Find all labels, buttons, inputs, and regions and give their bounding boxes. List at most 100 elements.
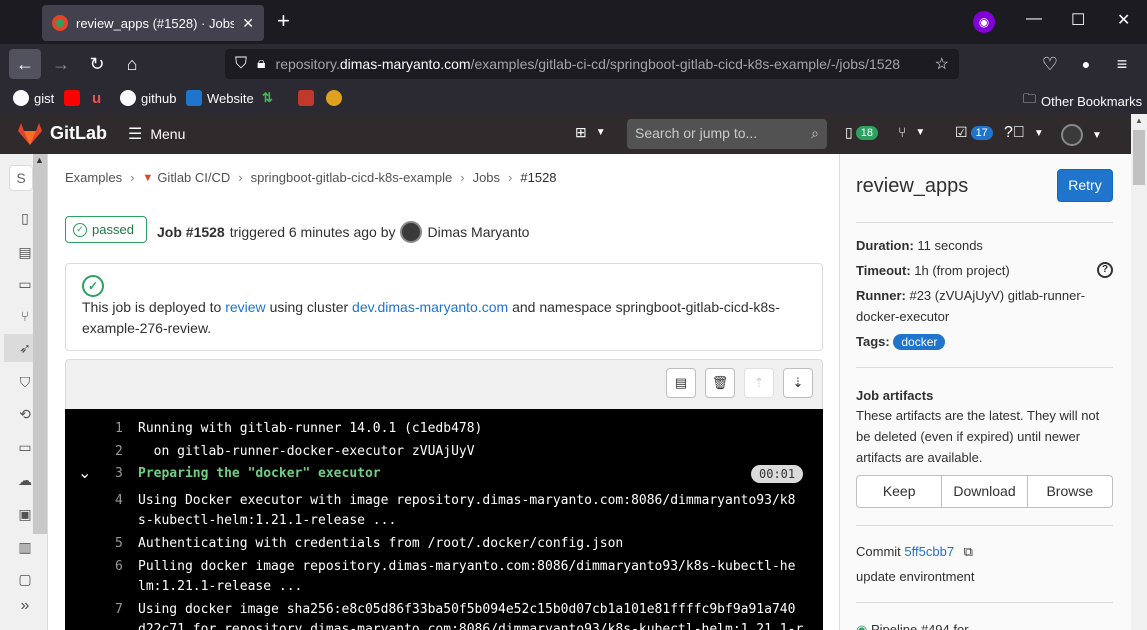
breadcrumb-project[interactable]: springboot-gitlab-cicd-k8s-example — [251, 170, 453, 185]
chevron-down-icon[interactable]: ⌄ — [78, 463, 91, 483]
breadcrumb-job-id[interactable]: #1528 — [520, 170, 556, 185]
merge-request-icon[interactable]: ⑂ — [16, 307, 34, 325]
private-browsing-icon: ◉ — [973, 11, 995, 33]
menu-button[interactable]: ☰ Menu — [128, 124, 185, 144]
issues-icon[interactable]: ▭ — [16, 275, 34, 293]
website-icon — [186, 90, 202, 106]
breadcrumb-jobs[interactable]: Jobs — [473, 170, 500, 185]
retry-button[interactable]: Retry — [1057, 169, 1113, 202]
todo-count-badge: 17 — [970, 125, 993, 140]
shield-icon[interactable]: ⛉ — [16, 373, 34, 391]
bookmark-udemy[interactable]: u — [92, 90, 101, 107]
gitlab-wordmark[interactable]: GitLab — [50, 123, 107, 144]
url-host: dimas-maryanto.com — [339, 56, 471, 72]
divider — [856, 602, 1113, 603]
download-button[interactable]: Download — [942, 476, 1028, 507]
bookmark-website[interactable]: Website — [186, 90, 254, 106]
pipeline-row[interactable]: ◉ Pipeline #494 for — [856, 622, 969, 630]
search-icon: ⌕ — [811, 125, 819, 141]
maximize-button[interactable]: ☐ — [1071, 10, 1085, 30]
scroll-top-button[interactable]: ⇡ — [744, 368, 774, 398]
github-icon — [13, 90, 29, 106]
url-bar[interactable]: ⛉ 🔒︎ repository. dimas-maryanto.com/examp… — [225, 49, 959, 79]
user-menu-button[interactable]: ▼ — [1061, 124, 1102, 146]
home-button[interactable]: ⌂ — [116, 49, 148, 79]
mr-count-badge: 18 — [855, 125, 878, 140]
commit-sha-link[interactable]: 5ff5cbb7 — [904, 544, 954, 559]
cluster-link[interactable]: dev.dimas-maryanto.com — [352, 299, 508, 315]
new-tab-button[interactable]: + — [277, 10, 290, 32]
tags-row: Tags: docker — [856, 331, 946, 353]
merge-requests-button[interactable]: ⑂ ▼ — [898, 124, 925, 140]
job-title: Job #1528 — [157, 224, 225, 240]
bookmark-sp[interactable] — [298, 90, 319, 106]
question-icon[interactable]: ? — [1097, 262, 1113, 278]
job-triggered: triggered 6 minutes ago by — [229, 224, 396, 240]
avatar[interactable] — [400, 221, 423, 243]
scroll-up-icon[interactable]: ▲ — [1135, 116, 1143, 125]
back-button[interactable]: ← — [9, 49, 41, 79]
search-input[interactable]: Search or jump to... ⌕ — [627, 119, 827, 149]
project-overview-icon[interactable]: ▯ — [16, 209, 34, 227]
repository-icon[interactable]: ▤ — [16, 243, 34, 261]
hamburger-icon: ☰ — [128, 126, 143, 143]
check-circle-icon: ✓ — [82, 275, 104, 297]
collapse-sidebar-icon[interactable]: » — [16, 597, 34, 615]
bookmark-gist[interactable]: gist — [13, 90, 54, 106]
close-tab-icon[interactable]: ✕ — [242, 15, 254, 32]
rocket-icon[interactable]: ➶ — [16, 339, 34, 357]
project-avatar[interactable]: S — [9, 165, 33, 191]
github-icon — [120, 90, 136, 106]
app-menu-icon[interactable]: ≡ — [1106, 49, 1138, 79]
bookmark-youtube[interactable] — [64, 90, 85, 106]
forward-button[interactable]: → — [45, 49, 77, 79]
scroll-bottom-button[interactable]: ⇣ — [783, 368, 813, 398]
breadcrumb-gitlab-cicd[interactable]: ▼ Gitlab CI/CD — [142, 170, 230, 185]
close-window-button[interactable]: ✕ — [1117, 10, 1130, 30]
environment-link[interactable]: review — [225, 299, 265, 315]
wiki-icon[interactable]: ▢ — [16, 570, 34, 588]
chevron-right-icon: › — [130, 170, 135, 185]
keep-button[interactable]: Keep — [857, 476, 943, 507]
account-avatar-icon[interactable]: ● — [1070, 49, 1102, 79]
reload-button[interactable]: ↻ — [81, 49, 113, 79]
help-dropdown-button[interactable]: ?⃝ ▼ — [1004, 124, 1044, 142]
status-badge[interactable]: ✓ passed — [65, 216, 147, 243]
raw-log-button[interactable]: ▤ — [666, 368, 696, 398]
minimize-button[interactable]: — — [1026, 10, 1042, 28]
bookmark-paw[interactable] — [326, 90, 347, 106]
browse-button[interactable]: Browse — [1028, 476, 1112, 507]
chevron-down-icon: ▼ — [595, 127, 606, 138]
sidebar-scrollbar[interactable] — [33, 154, 47, 534]
new-dropdown-button[interactable]: ⊞ ▼ — [575, 124, 606, 141]
bookmark-star-icon[interactable]: ☆ — [935, 54, 949, 74]
bookmark-arrows[interactable]: ⇅ — [262, 90, 273, 106]
breadcrumb-examples[interactable]: Examples — [65, 170, 122, 185]
other-bookmarks[interactable]: 🗀 Other Bookmarks — [1023, 90, 1142, 112]
page-scrollbar-thumb[interactable] — [1133, 130, 1145, 185]
pocket-icon[interactable]: ♡ — [1034, 49, 1066, 79]
shield-icon[interactable]: ⛉ — [235, 55, 247, 73]
infrastructure-icon[interactable]: ☁ — [16, 471, 34, 489]
packages-icon[interactable]: ▣ — [16, 505, 34, 523]
copy-icon[interactable]: ⧉ — [964, 544, 973, 559]
gitlab-logo-icon[interactable] — [17, 122, 43, 146]
browser-tab[interactable]: review_apps (#1528) · Jobs · Exa ✕ — [42, 5, 264, 41]
deployment-text: This job is deployed to review using clu… — [82, 299, 780, 336]
erase-log-button[interactable]: 🗑︎ — [705, 368, 735, 398]
monitor-icon[interactable]: ▭ — [16, 438, 34, 456]
breadcrumb: Examples › ▼ Gitlab CI/CD › springboot-gi… — [65, 170, 557, 185]
analytics-icon[interactable]: ▥ — [16, 538, 34, 556]
tag-badge: docker — [893, 334, 946, 350]
merge-request-icon: ⑂ — [898, 124, 907, 140]
issues-button[interactable]: ▯ 18 — [845, 124, 878, 141]
page-scrollbar[interactable] — [1131, 114, 1147, 630]
todos-button[interactable]: ☑ 17 — [955, 124, 993, 141]
bookmark-github[interactable]: github — [120, 90, 176, 106]
lock-icon[interactable]: 🔒︎ — [257, 55, 266, 73]
chevron-down-icon: ▼ — [915, 126, 926, 138]
document-icon: ▤ — [674, 375, 688, 390]
scroll-up-icon[interactable]: ▲ — [35, 155, 44, 165]
job-user[interactable]: Dimas Maryanto — [427, 224, 529, 240]
deployments-icon[interactable]: ⟲ — [16, 405, 34, 423]
